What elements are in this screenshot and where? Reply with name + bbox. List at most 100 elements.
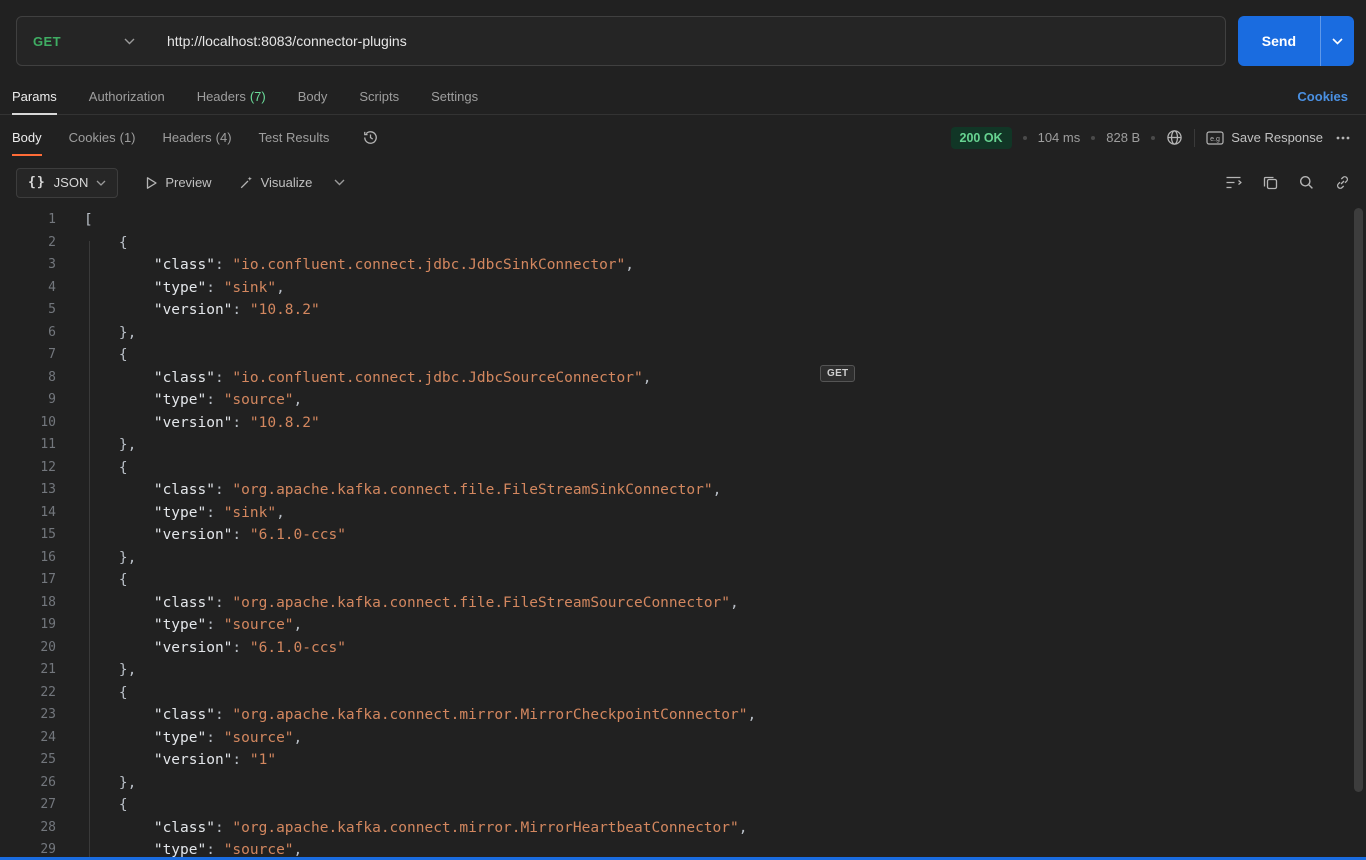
response-header: Body Cookies (1) Headers (4) Test Result… — [0, 115, 1366, 160]
tab-settings-label: Settings — [431, 88, 479, 104]
more-options-icon[interactable] — [1334, 130, 1352, 146]
tab-params-label: Params — [12, 88, 57, 104]
format-select[interactable]: {} JSON — [16, 167, 119, 198]
tab-body[interactable]: Body — [298, 78, 328, 114]
line-number: 6 — [48, 324, 56, 340]
status-badge[interactable]: 200 OK — [950, 126, 1012, 149]
tab-headers[interactable]: Headers (7) — [197, 78, 266, 114]
code-line: 21 }, — [0, 659, 1366, 682]
indent-guide — [89, 241, 90, 860]
chevron-down-icon — [124, 38, 135, 45]
code-line: 9 "type": "source", — [0, 389, 1366, 412]
play-icon — [145, 176, 158, 190]
code-line: 12 { — [0, 457, 1366, 480]
line-number: 14 — [40, 504, 56, 520]
visualize-button[interactable]: Visualize — [239, 175, 312, 190]
line-number: 8 — [48, 369, 56, 385]
braces-icon: {} — [28, 175, 46, 190]
response-tab-cookies[interactable]: Cookies (1) — [69, 115, 136, 160]
tab-scripts[interactable]: Scripts — [359, 78, 399, 114]
line-number: 25 — [40, 752, 56, 767]
response-history-icon[interactable] — [362, 129, 379, 146]
url-input[interactable] — [151, 33, 1225, 49]
code-line: 8 "class": "io.confluent.connect.jdbc.Jd… — [0, 367, 1366, 390]
line-number: 27 — [40, 797, 56, 812]
request-bar: GET Send — [0, 0, 1366, 66]
code-line: 7 { — [0, 344, 1366, 367]
line-number: 10 — [40, 414, 56, 430]
response-tab-body[interactable]: Body — [12, 115, 42, 160]
response-tab-headers[interactable]: Headers (4) — [163, 115, 232, 160]
response-tab-test-results[interactable]: Test Results — [259, 115, 330, 160]
search-icon[interactable] — [1299, 175, 1314, 190]
copy-icon[interactable] — [1263, 175, 1278, 190]
viewer-more-chevron-icon[interactable] — [334, 179, 345, 186]
response-tab-headers-label: Headers — [162, 130, 212, 145]
line-number: 28 — [40, 819, 56, 835]
line-number: 9 — [48, 392, 56, 407]
code-line: 10 "version": "10.8.2" — [0, 412, 1366, 435]
send-button[interactable]: Send — [1237, 16, 1320, 66]
tab-settings[interactable]: Settings — [431, 78, 478, 114]
code-line: 28 "class": "org.apache.kafka.connect.mi… — [0, 817, 1366, 840]
code-line: 4 "type": "sink", — [0, 277, 1366, 300]
wrap-text-icon[interactable] — [1225, 175, 1242, 190]
line-number: 1 — [48, 212, 56, 227]
url-box: GET — [16, 16, 1226, 66]
send-options-chevron-icon[interactable] — [1320, 16, 1354, 66]
code-line: 26 }, — [0, 772, 1366, 795]
vertical-scrollbar-thumb[interactable] — [1354, 208, 1363, 792]
code-line: 5 "version": "10.8.2" — [0, 299, 1366, 322]
response-tab-cookies-label: Cookies — [68, 130, 116, 145]
meta-separator-dot — [1022, 135, 1027, 140]
save-response-button[interactable]: e.g Save Response — [1206, 130, 1323, 145]
response-viewer-toolbar: {} JSON Preview Visualize — [0, 160, 1366, 205]
method-label: GET — [33, 33, 61, 49]
code-line: 27 { — [0, 794, 1366, 817]
code-line: 2 { — [0, 232, 1366, 255]
line-number: 19 — [40, 617, 56, 632]
tab-authorization[interactable]: Authorization — [89, 78, 165, 114]
meta-separator-dot — [1151, 135, 1156, 140]
code-line: 6 }, — [0, 322, 1366, 345]
line-number: 11 — [40, 437, 56, 452]
line-number: 7 — [48, 347, 56, 362]
response-size[interactable]: 828 B — [1106, 130, 1140, 145]
line-number: 26 — [40, 774, 56, 790]
svg-text:e.g: e.g — [1210, 136, 1220, 143]
code-lines: 1[2 {3 "class": "io.confluent.connect.jd… — [0, 209, 1366, 860]
network-globe-icon[interactable] — [1166, 129, 1183, 146]
response-headers-count-badge: (4) — [215, 130, 232, 145]
code-line: 23 "class": "org.apache.kafka.connect.mi… — [0, 704, 1366, 727]
code-line: 20 "version": "6.1.0-ccs" — [0, 637, 1366, 660]
line-number: 23 — [40, 707, 56, 722]
line-number: 13 — [40, 482, 56, 497]
headers-count-badge: (7) — [249, 88, 266, 104]
code-line: 22 { — [0, 682, 1366, 705]
line-number: 18 — [40, 594, 56, 610]
method-select[interactable]: GET — [17, 17, 151, 65]
response-time[interactable]: 104 ms — [1038, 130, 1081, 145]
preview-label: Preview — [165, 175, 212, 190]
line-number: 21 — [40, 662, 56, 677]
preview-button[interactable]: Preview — [145, 175, 212, 190]
line-number: 4 — [48, 279, 56, 295]
link-icon[interactable] — [1335, 175, 1350, 190]
code-line: 13 "class": "org.apache.kafka.connect.fi… — [0, 479, 1366, 502]
wand-icon — [239, 175, 254, 190]
response-tab-test-results-label: Test Results — [258, 130, 330, 145]
code-line: 18 "class": "org.apache.kafka.connect.fi… — [0, 592, 1366, 615]
cookies-link[interactable]: Cookies — [1297, 89, 1350, 104]
tab-scripts-label: Scripts — [359, 88, 400, 104]
code-line: 15 "version": "6.1.0-ccs" — [0, 524, 1366, 547]
line-number: 2 — [48, 234, 56, 250]
meta-separator-dot — [1091, 135, 1096, 140]
save-response-label: Save Response — [1231, 130, 1323, 145]
tab-authorization-label: Authorization — [88, 88, 165, 104]
response-body-viewer[interactable]: 1[2 {3 "class": "io.confluent.connect.jd… — [0, 205, 1366, 860]
line-number: 5 — [48, 302, 56, 317]
method-tooltip: GET — [820, 365, 856, 382]
tab-params[interactable]: Params — [12, 78, 57, 115]
tab-headers-label: Headers — [196, 88, 246, 104]
response-tab-body-label: Body — [12, 130, 42, 145]
